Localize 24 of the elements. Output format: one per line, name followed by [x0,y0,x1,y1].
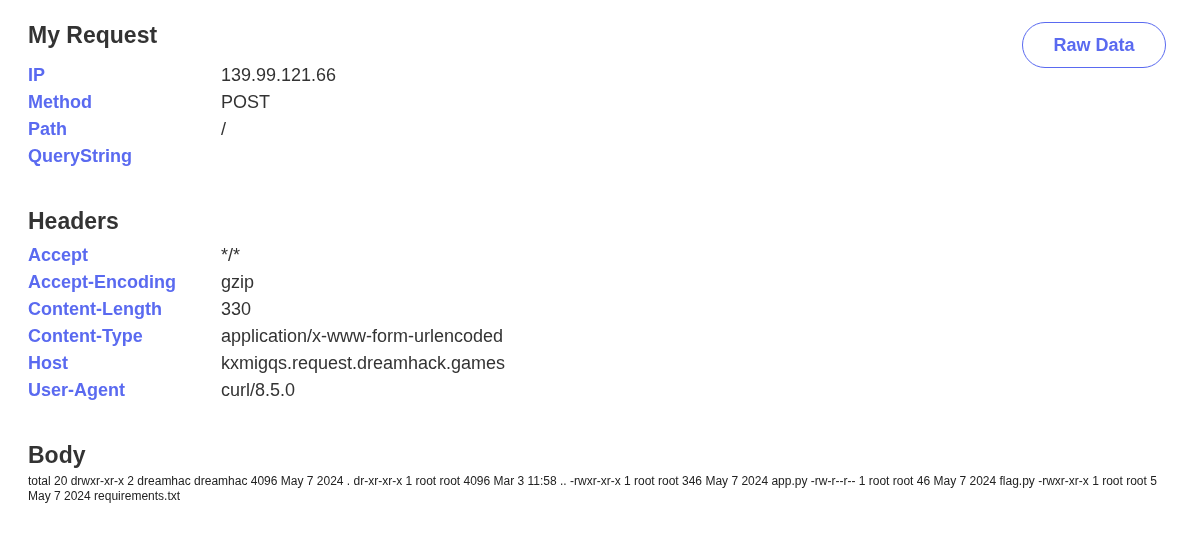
field-value: */* [221,244,240,267]
field-value: 139.99.121.66 [221,64,337,87]
field-label: Method [28,91,93,114]
body-text: total 20 drwxr-xr-x 2 dreamhac dreamhac 4096 May 7 2024 . dr-xr-xr-x 1 root root 4096 Mar 3 11:58 .. -rwxr-xr-x 1 root root 346 May 7 2024 app.py -rw-r--r-- 1 root root 46 May 7 2024 flag.py -rwxr-xr-x 1 root root 5 May 7 2024 requirements.txt [28,474,1158,504]
field-label: Path [28,118,68,141]
section-title: My Request [28,21,158,50]
raw-data-button[interactable]: Raw Data [1022,22,1166,68]
field-label: IP [28,64,46,87]
field-label: Host [28,352,69,375]
section-title: Headers [28,207,119,236]
field-label: User-Agent [28,379,126,402]
section-title: Body [28,441,86,470]
field-label: QueryString [28,145,134,168]
field-value: application/x-www-form-urlencoded [221,325,504,348]
field-label: Accept-Encoding [28,271,177,294]
field-label: Content-Type [28,325,144,348]
field-label: Accept [28,244,90,267]
field-value: 330 [221,298,252,321]
field-value: gzip [221,271,255,294]
field-value: curl/8.5.0 [221,379,296,402]
field-value: / [221,118,226,141]
field-label: Content-Length [28,298,163,321]
field-value: POST [221,91,270,114]
field-value: kxmigqs.request.dreamhack.games [221,352,506,375]
